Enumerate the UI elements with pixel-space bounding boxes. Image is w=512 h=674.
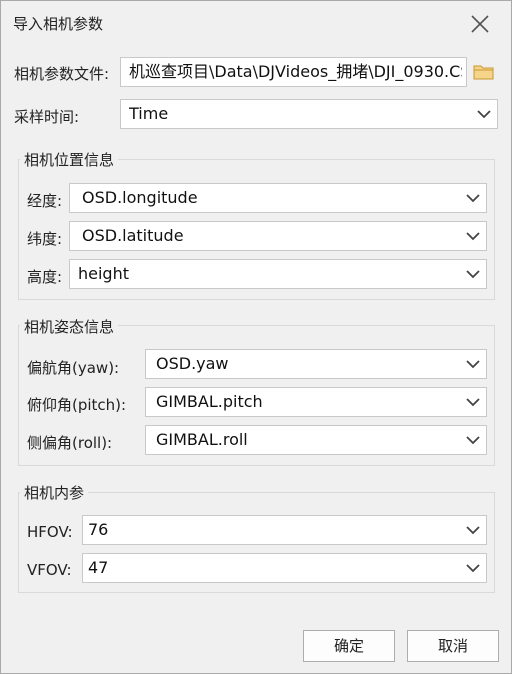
- chevron-down-icon: [466, 232, 480, 241]
- chevron-down-icon: [477, 110, 491, 119]
- pitch-label: 俯仰角(pitch):: [27, 396, 127, 414]
- attitude-group-title: 相机姿态信息: [20, 316, 119, 337]
- roll-value: GIMBAL.roll: [156, 430, 248, 449]
- file-label: 相机参数文件:: [14, 65, 110, 83]
- height-value: height: [78, 264, 129, 283]
- import-camera-params-dialog: 导入相机参数 相机参数文件: 机巡查项目\Data\DJVideos_拥堵\DJ…: [0, 0, 512, 674]
- longitude-value: OSD.longitude: [82, 188, 198, 207]
- time-label: 采样时间:: [14, 108, 80, 126]
- time-select[interactable]: Time: [120, 99, 498, 129]
- roll-label: 侧偏角(roll):: [27, 434, 113, 452]
- pitch-value: GIMBAL.pitch: [156, 392, 263, 411]
- latitude-value: OSD.latitude: [82, 226, 184, 245]
- file-path-value: 机巡查项目\Data\DJVideos_拥堵\DJI_0930.CSV: [129, 62, 462, 81]
- position-group-title: 相机位置信息: [20, 149, 119, 170]
- chevron-down-icon: [466, 526, 480, 535]
- chevron-down-icon: [466, 270, 480, 279]
- hfov-label: HFOV:: [27, 523, 73, 541]
- longitude-label: 经度:: [27, 192, 63, 210]
- vfov-select[interactable]: 47: [82, 553, 487, 583]
- yaw-label: 偏航角(yaw):: [27, 359, 120, 377]
- latitude-label: 纬度:: [27, 230, 63, 248]
- vfov-value: 47: [88, 558, 109, 577]
- title-bar: 导入相机参数: [1, 1, 511, 45]
- folder-icon[interactable]: [473, 63, 495, 81]
- height-select[interactable]: height: [69, 259, 487, 289]
- hfov-value: 76: [88, 520, 109, 539]
- yaw-select[interactable]: OSD.yaw: [145, 349, 487, 379]
- chevron-down-icon: [466, 194, 480, 203]
- roll-select[interactable]: GIMBAL.roll: [145, 425, 487, 455]
- intrinsics-group-title: 相机内参: [20, 482, 89, 503]
- cancel-button[interactable]: 取消: [407, 630, 499, 662]
- ok-button[interactable]: 确定: [303, 630, 395, 662]
- yaw-value: OSD.yaw: [156, 354, 229, 373]
- chevron-down-icon: [466, 436, 480, 445]
- height-label: 高度:: [27, 268, 63, 286]
- chevron-down-icon: [466, 398, 480, 407]
- longitude-select[interactable]: OSD.longitude: [69, 183, 487, 213]
- close-icon[interactable]: [467, 11, 493, 37]
- dialog-title: 导入相机参数: [13, 15, 104, 33]
- file-path-input[interactable]: 机巡查项目\Data\DJVideos_拥堵\DJI_0930.CSV: [120, 57, 467, 87]
- time-select-value: Time: [129, 104, 169, 123]
- pitch-select[interactable]: GIMBAL.pitch: [145, 387, 487, 417]
- hfov-select[interactable]: 76: [82, 515, 487, 545]
- latitude-select[interactable]: OSD.latitude: [69, 221, 487, 251]
- chevron-down-icon: [466, 564, 480, 573]
- chevron-down-icon: [466, 360, 480, 369]
- vfov-label: VFOV:: [27, 561, 72, 579]
